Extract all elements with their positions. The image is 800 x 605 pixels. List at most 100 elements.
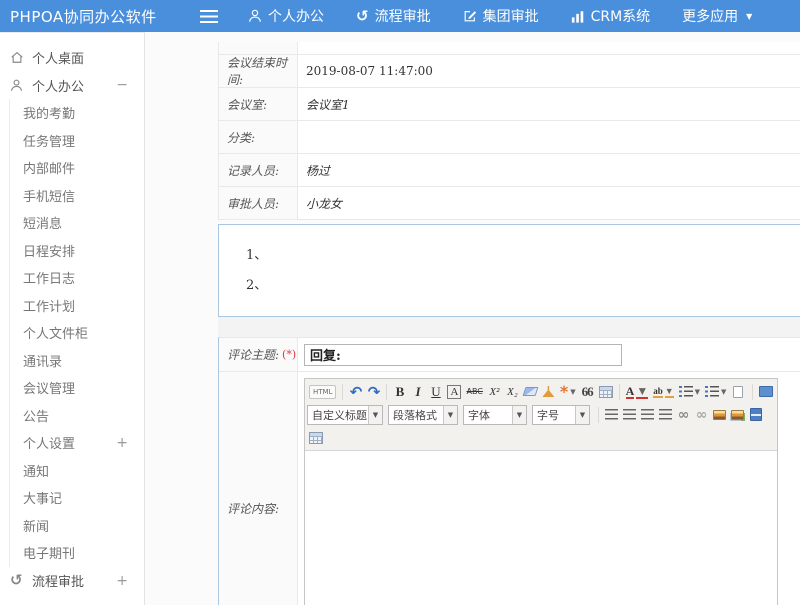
table-row: 分类: (219, 121, 800, 154)
edit-icon (463, 9, 477, 23)
custom-heading-select[interactable]: 自定义标题 ▼ (307, 405, 383, 425)
new-document-icon[interactable] (729, 382, 746, 401)
paragraph-format-select[interactable]: 段落格式 ▼ (388, 405, 458, 425)
sidebar-item-label: 个人办公 (32, 76, 84, 95)
sidebar-item-label: 大事记 (23, 488, 62, 507)
sidebar-item-announcement[interactable]: 公告 (10, 402, 144, 430)
collapse-minus-icon[interactable]: − (116, 77, 128, 93)
editor-content-area[interactable] (305, 451, 777, 605)
align-left-icon[interactable] (603, 405, 620, 424)
sidebar-item-e-journal[interactable]: 电子期刊 (10, 539, 144, 567)
insert-media-icon[interactable] (747, 405, 764, 424)
redo-icon[interactable]: ↷ (365, 382, 382, 401)
cycle-icon: ↺ (356, 9, 369, 24)
sidebar-item-label: 工作计划 (23, 296, 75, 315)
row-value: 2019-08-07 11:47:00 (298, 55, 800, 87)
format-brush-icon[interactable] (540, 382, 557, 401)
nav-label: 更多应用 (682, 6, 738, 26)
highlight-color-button[interactable]: ab▼ (651, 382, 675, 401)
toolbar-divider (598, 407, 599, 423)
home-icon (10, 50, 25, 64)
sidebar-item-label: 公告 (23, 406, 49, 425)
sidebar-item-contacts[interactable]: 通讯录 (10, 347, 144, 375)
sidebar-item-short-message[interactable]: 短消息 (10, 209, 144, 237)
sidebar-item-major-events[interactable]: 大事记 (10, 484, 144, 512)
insert-image-icon[interactable] (711, 405, 728, 424)
sidebar-item-workflow-approval[interactable]: ↺ 流程审批 + (0, 567, 144, 595)
eraser-icon[interactable] (522, 382, 539, 401)
sidebar-item-internal-mail[interactable]: 内部邮件 (10, 154, 144, 182)
font-family-select[interactable]: 字体 ▼ (463, 405, 527, 425)
nav-label: 集团审批 (483, 6, 539, 26)
align-center-icon[interactable] (621, 405, 638, 424)
sidebar-item-sms[interactable]: 手机短信 (10, 182, 144, 210)
nav-more-apps[interactable]: 更多应用 ▼ (682, 6, 752, 26)
clear-format-wand-icon[interactable]: *▼ (558, 382, 578, 401)
sidebar-item-work-plan[interactable]: 工作计划 (10, 292, 144, 320)
user-icon (10, 79, 25, 92)
subscript-button[interactable]: X₂ (504, 382, 521, 401)
font-style-button[interactable]: A (445, 382, 463, 401)
comment-subject-input[interactable] (304, 344, 622, 366)
bold-button[interactable]: B (391, 382, 408, 401)
sidebar-item-work-log[interactable]: 工作日志 (10, 264, 144, 292)
undo-icon[interactable]: ↶ (347, 382, 364, 401)
strikethrough-button[interactable]: ABC (464, 382, 484, 401)
content-line: 1、 (246, 244, 800, 274)
sidebar-item-personal-desktop[interactable]: 个人桌面 (0, 43, 144, 71)
italic-button[interactable]: I (409, 382, 426, 401)
sidebar-item-label: 通讯录 (23, 351, 62, 370)
caret-down-icon: ▼ (746, 12, 752, 21)
html-source-button[interactable]: HTML (307, 382, 338, 401)
row-label: 分类: (219, 121, 298, 153)
sidebar-item-label: 工作日志 (23, 268, 75, 287)
sidebar-item-notice[interactable]: 通知 (10, 457, 144, 485)
nav-crm-system[interactable]: CRM系统 (571, 6, 651, 26)
sidebar-item-label: 个人文件柜 (23, 323, 88, 342)
menu-toggle-icon[interactable] (200, 10, 218, 23)
sidebar-item-personal-settings[interactable]: 个人设置 + (10, 429, 144, 457)
ordered-list-icon[interactable]: ▼ (677, 382, 702, 401)
template-table-icon[interactable] (597, 382, 615, 401)
top-navigation: 个人办公 ↺ 流程审批 集团审批 CRM系统 更多应用 ▼ (248, 6, 752, 26)
sidebar-item-label: 会议管理 (23, 378, 75, 397)
blockquote-button[interactable]: 66 (579, 382, 596, 401)
sidebar-item-personal-files[interactable]: 个人文件柜 (10, 319, 144, 347)
expand-plus-icon[interactable]: + (116, 573, 128, 589)
superscript-button[interactable]: X² (486, 382, 503, 401)
sidebar-item-news[interactable]: 新闻 (10, 512, 144, 540)
row-value: HTML ↶ ↷ B I U A ABC X² (298, 372, 800, 605)
insert-table-icon[interactable] (307, 428, 325, 447)
app-logo[interactable]: PHPOA协同办公软件 (0, 6, 190, 27)
comment-form: 评论主题: (*) 评论内容: HTML ↶ (218, 337, 800, 605)
insert-link-icon[interactable]: ∞ (675, 405, 692, 424)
sidebar-item-my-attendance[interactable]: 我的考勤 (10, 99, 144, 127)
nav-workflow-approval[interactable]: ↺ 流程审批 (356, 6, 431, 26)
caret-down-icon: ▼ (512, 406, 526, 424)
fullscreen-icon[interactable] (757, 382, 775, 401)
sidebar-item-label: 个人桌面 (32, 48, 84, 67)
table-row: 审批人员: 小龙女 (219, 187, 800, 220)
remove-link-icon[interactable]: ∞ (693, 405, 710, 424)
unordered-list-icon[interactable]: ▼ (703, 382, 728, 401)
sidebar-item-task-management[interactable]: 任务管理 (10, 127, 144, 155)
sidebar-item-meeting-management[interactable]: 会议管理 (10, 374, 144, 402)
font-size-select[interactable]: 字号 ▼ (532, 405, 590, 425)
sidebar-item-schedule[interactable]: 日程安排 (10, 237, 144, 265)
row-label (219, 42, 298, 54)
expand-plus-icon[interactable]: + (116, 435, 128, 451)
font-color-button[interactable]: A▼ (624, 382, 651, 401)
nav-personal-office[interactable]: 个人办公 (248, 6, 324, 26)
align-justify-icon[interactable] (657, 405, 674, 424)
row-value (298, 121, 800, 153)
row-label: 审批人员: (219, 187, 298, 219)
image-album-icon[interactable] (729, 405, 746, 424)
underline-button[interactable]: U (427, 382, 444, 401)
sidebar-item-personal-office[interactable]: 个人办公 − (0, 71, 144, 99)
sidebar-item-label: 新闻 (23, 516, 49, 535)
row-value: 会议室1 (298, 88, 800, 120)
align-right-icon[interactable] (639, 405, 656, 424)
nav-group-approval[interactable]: 集团审批 (463, 6, 539, 26)
table-row: 会议室: 会议室1 (219, 88, 800, 121)
bar-chart-icon (571, 10, 585, 23)
